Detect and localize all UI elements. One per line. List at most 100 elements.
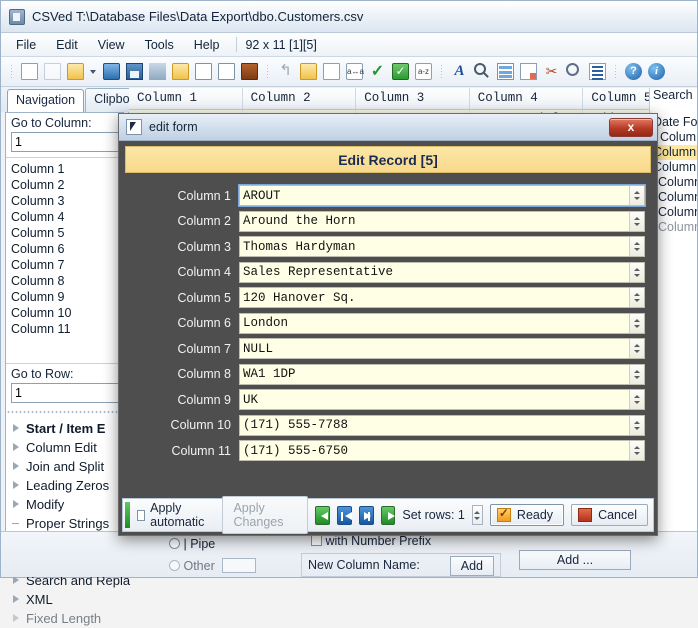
- column-5-spinner[interactable]: [629, 288, 644, 307]
- list-item[interactable]: Column 11: [8, 321, 123, 337]
- new-file-icon[interactable]: [19, 61, 40, 82]
- refresh-icon[interactable]: [101, 61, 122, 82]
- help-icon[interactable]: ?: [623, 61, 644, 82]
- spin-down-icon[interactable]: [634, 452, 640, 455]
- other-radio-row[interactable]: Other: [169, 558, 257, 573]
- spin-down-icon[interactable]: [634, 375, 640, 379]
- column-6-input[interactable]: [240, 313, 629, 333]
- pipe-radio-row[interactable]: | Pipe: [169, 537, 215, 551]
- spin-up-icon[interactable]: [634, 395, 640, 398]
- grid-header-cell[interactable]: Column 3: [356, 88, 470, 109]
- column-6-spinner[interactable]: [629, 313, 644, 333]
- spin-up-icon[interactable]: [634, 446, 640, 449]
- checkbox-icon[interactable]: [136, 509, 146, 521]
- add-dots-button[interactable]: Add ...: [519, 550, 631, 570]
- spin-down-icon[interactable]: [474, 516, 481, 520]
- column-3-spinner[interactable]: [629, 237, 644, 256]
- spin-up-icon[interactable]: [634, 344, 640, 347]
- set-rows-spinner[interactable]: [471, 505, 483, 525]
- list-item[interactable]: Column 1: [8, 161, 123, 177]
- cancel-button[interactable]: Cancel: [571, 504, 648, 526]
- list-item[interactable]: Column 2: [8, 177, 123, 193]
- spin-down-icon[interactable]: [634, 324, 640, 328]
- spin-up-icon[interactable]: [634, 369, 640, 373]
- menu-item-help[interactable]: Help: [185, 35, 229, 55]
- spin-up-icon[interactable]: [634, 267, 640, 271]
- expand-arrow-icon[interactable]: [12, 424, 21, 433]
- list-icon[interactable]: [587, 61, 608, 82]
- expand-arrow-icon[interactable]: [12, 500, 21, 509]
- column-list[interactable]: Column 1 Column 2 Column 3 Column 4 Colu…: [6, 157, 123, 337]
- column-7-spinner[interactable]: [629, 339, 644, 358]
- ready-button[interactable]: Ready: [489, 504, 565, 526]
- expand-arrow-icon[interactable]: [12, 576, 21, 585]
- expand-arrow-icon[interactable]: [12, 462, 21, 471]
- tree-item-fixed-length[interactable]: Fixed Length: [12, 609, 123, 628]
- list-item[interactable]: Search: [650, 88, 697, 103]
- tree-item-modify[interactable]: Modify: [12, 495, 123, 514]
- rename-icon[interactable]: a↔a: [344, 61, 365, 82]
- list-item[interactable]: Column 9: [8, 289, 123, 305]
- font-icon[interactable]: A: [449, 61, 470, 82]
- list-item[interactable]: Column 6: [8, 241, 123, 257]
- column-5-input[interactable]: [240, 288, 629, 307]
- import-icon[interactable]: [193, 61, 214, 82]
- save-as-icon[interactable]: [147, 61, 168, 82]
- column-11-input[interactable]: [240, 441, 629, 460]
- save-icon[interactable]: [124, 61, 145, 82]
- export-icon[interactable]: [216, 61, 237, 82]
- spin-down-icon[interactable]: [634, 197, 640, 200]
- spin-down-icon[interactable]: [634, 350, 640, 353]
- tab-navigation[interactable]: Navigation: [7, 89, 85, 113]
- toolbar-grip-4[interactable]: [614, 64, 617, 79]
- grid-header-cell[interactable]: Column 4: [470, 88, 584, 109]
- info-icon[interactable]: i: [646, 61, 667, 82]
- dropdown-caret-icon[interactable]: [88, 61, 99, 82]
- column-2-input[interactable]: [240, 211, 629, 231]
- column-4-input[interactable]: [240, 262, 629, 282]
- column-1-spinner[interactable]: [629, 186, 644, 205]
- column-7-input[interactable]: [240, 339, 629, 358]
- tools-icon[interactable]: ✂: [541, 61, 562, 82]
- toolbar-grip[interactable]: [10, 64, 13, 79]
- previous-record-button[interactable]: [315, 505, 331, 525]
- column-11-spinner[interactable]: [629, 441, 644, 460]
- tree-item-join-split[interactable]: Join and Split: [12, 457, 123, 476]
- toolbar-grip-2[interactable]: [266, 64, 269, 79]
- list-item[interactable]: Column 8: [8, 273, 123, 289]
- column-10-input[interactable]: [240, 415, 629, 435]
- checkbox-icon[interactable]: [311, 535, 322, 546]
- last-record-button[interactable]: [358, 505, 374, 525]
- column-1-input[interactable]: [240, 186, 629, 205]
- menu-item-tools[interactable]: Tools: [136, 35, 183, 55]
- spin-down-icon[interactable]: [634, 273, 640, 277]
- menu-item-file[interactable]: File: [7, 35, 45, 55]
- tree-item-xml[interactable]: XML: [12, 590, 123, 609]
- spin-down-icon[interactable]: [634, 426, 640, 430]
- grid-header-cell[interactable]: Column 1: [129, 88, 243, 109]
- document-icon[interactable]: [518, 61, 539, 82]
- expand-arrow-icon[interactable]: [12, 443, 21, 452]
- spin-up-icon[interactable]: [634, 216, 640, 220]
- column-9-spinner[interactable]: [629, 390, 644, 409]
- menu-item-view[interactable]: View: [89, 35, 134, 55]
- number-prefix-row[interactable]: with Number Prefix: [311, 534, 431, 548]
- expand-arrow-icon[interactable]: [12, 595, 21, 604]
- column-8-input[interactable]: [240, 364, 629, 384]
- spin-up-icon[interactable]: [634, 242, 640, 245]
- list-item[interactable]: Column 10: [8, 305, 123, 321]
- column-9-input[interactable]: [240, 390, 629, 409]
- tree-item-column-edit[interactable]: Column Edit: [12, 438, 123, 457]
- edit-icon[interactable]: [321, 61, 342, 82]
- close-icon[interactable]: x: [609, 117, 653, 137]
- settings-gear-icon[interactable]: [564, 61, 585, 82]
- toolbar-grip-3[interactable]: [440, 64, 443, 79]
- search-icon[interactable]: [472, 61, 493, 82]
- exit-door-icon[interactable]: [239, 61, 260, 82]
- open-folder-icon[interactable]: [65, 61, 86, 82]
- sort-az-icon[interactable]: a-z: [413, 61, 434, 82]
- undo-icon[interactable]: ↰: [275, 61, 296, 82]
- spin-down-icon[interactable]: [634, 222, 640, 226]
- copy-icon[interactable]: [298, 61, 319, 82]
- tree-item-start[interactable]: Start / Item E: [12, 419, 123, 438]
